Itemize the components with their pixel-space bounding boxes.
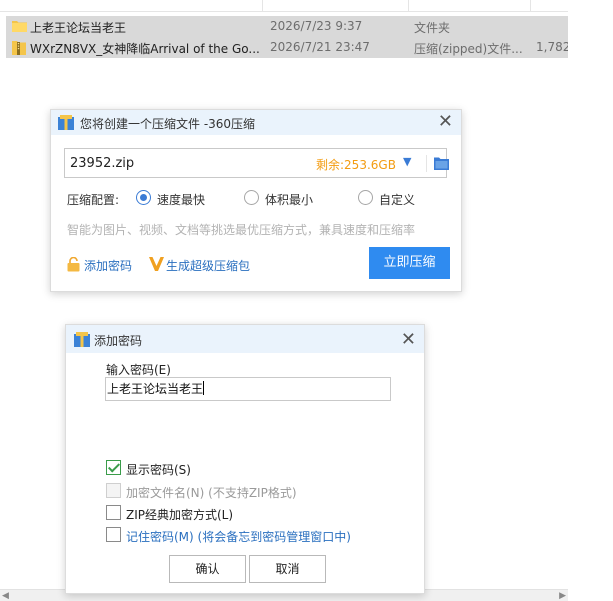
checkbox-label: 记住密码(M) (将会备忘到密码管理窗口中): [126, 530, 351, 544]
filename-value[interactable]: 23952.zip: [70, 156, 134, 171]
close-icon[interactable]: ✕: [401, 329, 416, 350]
filename-field[interactable]: 23952.zip 剩余:253.6GB ▼: [64, 148, 449, 178]
radio-label: 体积最小: [265, 193, 314, 207]
file-row[interactable]: 上老王论坛当老王 2026/7/23 9:37 文件夹: [6, 16, 568, 37]
confirm-button[interactable]: 确认: [169, 555, 246, 583]
checkbox[interactable]: [106, 527, 121, 542]
remember-password-checkbox[interactable]: 记住密码(M) (将会备忘到密码管理窗口中): [106, 526, 366, 544]
file-type: 压缩(zipped)文件...: [414, 42, 523, 56]
checkbox-label: ZIP经典加密方式(L): [126, 508, 234, 522]
folder-icon: [12, 21, 27, 32]
compression-hint: 智能为图片、视频、文档等挑选最优压缩方式，兼具速度和压缩率: [67, 223, 416, 237]
vip-v-icon: [149, 257, 164, 271]
show-password-checkbox[interactable]: 显示密码(S): [106, 459, 206, 477]
file-name: 上老王论坛当老王: [30, 21, 127, 35]
column-divider[interactable]: [530, 0, 531, 12]
config-label: 压缩配置:: [67, 193, 120, 207]
file-type: 文件夹: [414, 21, 451, 35]
chevron-down-icon[interactable]: ▼: [403, 155, 411, 168]
scroll-right-icon[interactable]: ▶: [559, 591, 566, 601]
super-pack-link[interactable]: 生成超级压缩包: [149, 256, 259, 274]
cancel-button[interactable]: 取消: [249, 555, 326, 583]
close-icon[interactable]: ✕: [438, 111, 453, 132]
radio-button[interactable]: [136, 190, 151, 205]
file-size: 1,782: [536, 40, 571, 54]
remaining-space: 剩余:253.6GB: [316, 158, 396, 172]
dialog-title: 添加密码: [94, 334, 143, 348]
right-margin: [568, 0, 613, 601]
checkbox[interactable]: [106, 505, 121, 520]
dialog-titlebar[interactable]: 添加密码 ✕: [66, 325, 424, 353]
add-password-label: 添加密码: [84, 259, 133, 273]
file-date: 2026/7/23 9:37: [270, 19, 363, 33]
zip-classic-encryption-checkbox[interactable]: ZIP经典加密方式(L): [106, 504, 246, 522]
radio-label: 自定义: [379, 193, 416, 207]
divider: [426, 155, 427, 172]
file-name: WXrZN8VX_女神降临Arrival of the Go...: [30, 42, 260, 56]
password-label: 输入密码(E): [106, 363, 171, 377]
compress-dialog: 您将创建一个压缩文件 -360压缩 ✕ 23952.zip 剩余:253.6GB…: [50, 109, 462, 292]
add-password-link[interactable]: 添加密码: [67, 256, 147, 274]
checkbox-label: 加密文件名(N) (不支持ZIP格式): [126, 486, 297, 500]
file-date: 2026/7/21 23:47: [270, 40, 370, 54]
column-divider[interactable]: [262, 0, 263, 12]
add-password-dialog: 添加密码 ✕ 输入密码(E) 上老王论坛当老王 显示密码(S) 加密文件名(N)…: [65, 324, 425, 594]
radio-smallest[interactable]: 体积最小: [244, 189, 334, 207]
zip-folder-icon: [12, 41, 26, 55]
file-row[interactable]: WXrZN8VX_女神降临Arrival of the Go... 2026/7…: [6, 37, 571, 58]
radio-fastest[interactable]: 速度最快: [136, 189, 226, 207]
column-divider[interactable]: [408, 0, 409, 12]
dialog-title: 您将创建一个压缩文件 -360压缩: [80, 117, 256, 131]
encrypt-filename-checkbox[interactable]: 加密文件名(N) (不支持ZIP格式): [106, 482, 306, 500]
radio-custom[interactable]: 自定义: [358, 189, 438, 207]
lock-icon: [67, 257, 80, 272]
radio-button[interactable]: [358, 190, 373, 205]
archive-app-icon: [74, 332, 90, 347]
dialog-titlebar[interactable]: 您将创建一个压缩文件 -360压缩 ✕: [51, 110, 461, 135]
radio-label: 速度最快: [157, 193, 206, 207]
checkbox[interactable]: [106, 483, 121, 498]
checkbox-label: 显示密码(S): [126, 463, 191, 477]
checkbox[interactable]: [106, 460, 121, 475]
password-input[interactable]: 上老王论坛当老王: [105, 377, 391, 401]
column-header: [0, 0, 568, 12]
radio-button[interactable]: [244, 190, 259, 205]
scroll-left-icon[interactable]: ◀: [2, 591, 9, 601]
browse-folder-icon[interactable]: [434, 156, 449, 170]
archive-app-icon: [58, 115, 74, 130]
super-pack-label: 生成超级压缩包: [166, 259, 251, 273]
compress-now-button[interactable]: 立即压缩: [369, 247, 450, 279]
